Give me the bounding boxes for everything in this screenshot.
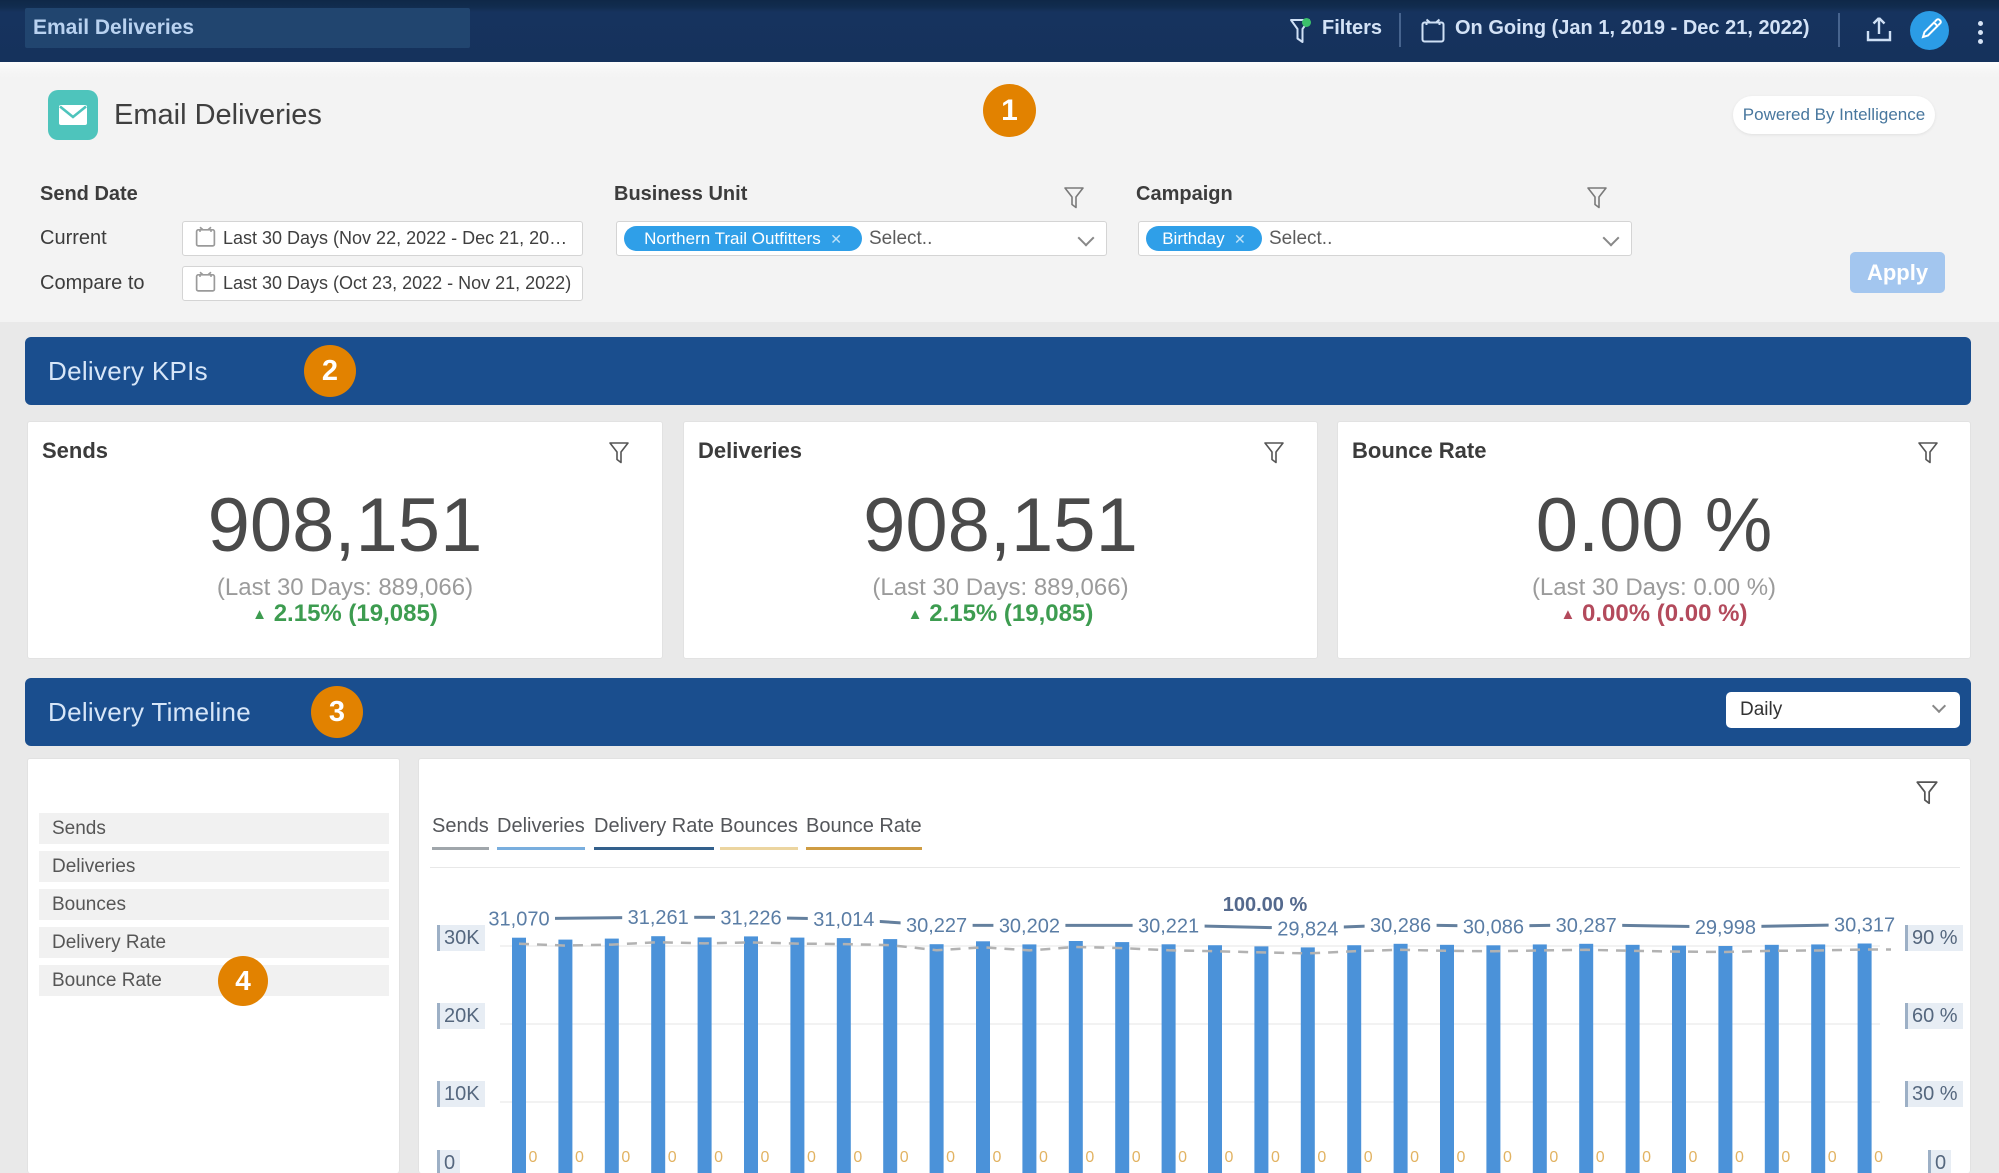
svg-text:0: 0 xyxy=(900,1149,909,1166)
svg-text:30,221: 30,221 xyxy=(1138,915,1199,937)
svg-text:0: 0 xyxy=(1364,1149,1373,1166)
svg-text:0: 0 xyxy=(1457,1149,1466,1166)
svg-text:0: 0 xyxy=(1178,1149,1187,1166)
svg-text:31,070: 31,070 xyxy=(488,909,549,931)
svg-text:30,227: 30,227 xyxy=(906,915,967,937)
svg-text:0: 0 xyxy=(621,1149,630,1166)
svg-text:29,998: 29,998 xyxy=(1695,917,1756,939)
svg-text:0: 0 xyxy=(761,1149,770,1166)
svg-text:0: 0 xyxy=(1132,1149,1141,1166)
svg-text:0: 0 xyxy=(1317,1149,1326,1166)
svg-text:30,086: 30,086 xyxy=(1463,916,1524,938)
svg-text:0: 0 xyxy=(807,1149,816,1166)
svg-text:0: 0 xyxy=(1225,1149,1234,1166)
svg-text:30,286: 30,286 xyxy=(1370,915,1431,937)
svg-text:0: 0 xyxy=(1642,1149,1651,1166)
svg-text:100.00 %: 100.00 % xyxy=(1223,894,1308,916)
svg-text:30,287: 30,287 xyxy=(1556,915,1617,937)
svg-text:0: 0 xyxy=(1410,1149,1419,1166)
svg-text:0: 0 xyxy=(853,1149,862,1166)
svg-text:0: 0 xyxy=(1689,1149,1698,1166)
svg-text:31,261: 31,261 xyxy=(628,907,689,929)
svg-text:0: 0 xyxy=(668,1149,677,1166)
svg-text:0: 0 xyxy=(1503,1149,1512,1166)
svg-text:0: 0 xyxy=(1549,1149,1558,1166)
svg-text:29,824: 29,824 xyxy=(1277,918,1338,940)
svg-text:30,202: 30,202 xyxy=(999,915,1060,937)
svg-text:0: 0 xyxy=(946,1149,955,1166)
svg-text:0: 0 xyxy=(1735,1149,1744,1166)
svg-text:0: 0 xyxy=(529,1149,538,1166)
svg-text:0: 0 xyxy=(1596,1149,1605,1166)
svg-text:0: 0 xyxy=(714,1149,723,1166)
svg-text:0: 0 xyxy=(1271,1149,1280,1166)
svg-text:31,014: 31,014 xyxy=(813,909,874,931)
svg-text:0: 0 xyxy=(1874,1149,1883,1166)
svg-text:30,317: 30,317 xyxy=(1834,915,1895,937)
svg-text:31,226: 31,226 xyxy=(720,907,781,929)
svg-text:0: 0 xyxy=(1828,1149,1837,1166)
svg-text:0: 0 xyxy=(1039,1149,1048,1166)
svg-text:0: 0 xyxy=(1781,1149,1790,1166)
svg-text:0: 0 xyxy=(575,1149,584,1166)
svg-text:0: 0 xyxy=(1085,1149,1094,1166)
svg-text:0: 0 xyxy=(993,1149,1002,1166)
